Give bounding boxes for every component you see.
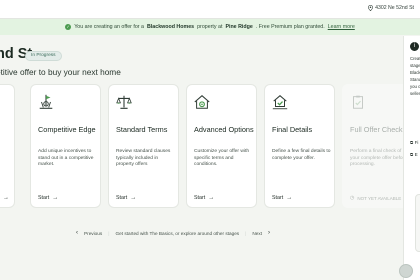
chevron-left-icon[interactable]: ‹ (76, 230, 78, 236)
property-address-text: 4302 Ne 52nd St (375, 5, 414, 11)
side-panel-link-1[interactable]: ⧉ Fi (410, 140, 418, 145)
card-start-label: Start (116, 195, 128, 201)
card-description: Review standard clauses typically includ… (116, 149, 171, 168)
page-subtitle: etitive offer to buy your next home (0, 67, 121, 77)
banner-prefix: You are creating an offer for a (74, 24, 144, 30)
card-description: Add unique incentives to stand out in a … (38, 149, 94, 168)
card-title: Standard Terms (116, 125, 168, 134)
card-start-button[interactable]: Start → (272, 195, 292, 201)
clock-icon: ◷ (350, 195, 355, 201)
arrow-right-icon: → (286, 195, 293, 201)
banner-company: Blackwood Homes (147, 24, 195, 30)
stage-card-standard-terms[interactable]: Standard Terms Review standard clauses t… (108, 84, 179, 208)
external-link-icon: ⧉ (410, 140, 414, 145)
help-chat-button[interactable] (399, 264, 413, 278)
property-address[interactable]: 4302 Ne 52nd St (368, 5, 414, 11)
side-panel-link-1-label: Fi (414, 140, 419, 145)
clipboard-check-icon (353, 95, 363, 109)
arrow-right-icon: → (3, 195, 9, 201)
stage-card-competitive-edge[interactable]: Competitive Edge Add unique incentives t… (30, 84, 101, 208)
stage-card-advanced-options[interactable]: Advanced Options Customize your offer wi… (186, 84, 257, 208)
stage-card-previous-start[interactable]: → (3, 195, 9, 201)
chevron-right-icon[interactable]: › (268, 230, 270, 236)
stage-card-final-details[interactable]: Final Details Define a few final details… (264, 84, 335, 208)
external-link-icon: ⧉ (410, 152, 414, 157)
status-badge: In Progress (25, 51, 62, 61)
banner-middle: property at (197, 24, 223, 30)
location-pin-icon (368, 5, 373, 11)
banner-community: Pine Ridge (225, 24, 253, 30)
house-gear-icon (194, 94, 210, 109)
card-start-label: Start (38, 195, 50, 201)
card-start-button[interactable]: Start → (116, 195, 136, 201)
pagination-hint: Get started with The Basics, or explore … (115, 230, 240, 236)
flag-ribbon-icon (39, 94, 53, 109)
side-panel-text: Creat stage Black Stand you c seller (410, 56, 420, 96)
offer-info-banner: ✓ You are creating an offer for a Blackw… (0, 19, 420, 35)
side-panel-card: V S (415, 194, 420, 252)
previous-button[interactable]: Previous (84, 231, 102, 236)
card-start-label: Start (194, 195, 206, 201)
card-start-label: Start (272, 195, 284, 201)
top-navigation-bar: 4302 Ne 52nd St (0, 0, 420, 19)
arrow-right-icon: → (52, 195, 59, 201)
divider: | (245, 230, 247, 236)
scales-icon (116, 95, 132, 109)
stage-pagination: ‹ Previous | Get started with The Basics… (76, 228, 270, 238)
divider: | (108, 230, 110, 236)
next-button[interactable]: Next (252, 231, 262, 236)
side-panel-link-2-label: E (414, 152, 418, 157)
card-unavailable-label: NOT YET AVAILABLE (357, 195, 402, 201)
banner-suffix: . Free Premium plan granted. (255, 24, 325, 30)
card-start-button[interactable]: Start → (194, 195, 214, 201)
card-description: Perform a final check of your complete o… (350, 149, 407, 168)
arrow-right-icon: → (208, 195, 215, 201)
card-title: Competitive Edge (38, 125, 96, 134)
house-check-icon (272, 94, 288, 110)
side-panel-link-2[interactable]: ⧉ E (410, 152, 418, 157)
learn-more-link[interactable]: Learn more (328, 24, 355, 30)
card-description: Customize your offer with specific terms… (194, 149, 250, 168)
card-start-button[interactable]: Start → (38, 195, 58, 201)
arrow-right-icon: → (130, 195, 137, 201)
card-title: Advanced Options (194, 125, 254, 134)
card-description: Define a few final details to complete y… (272, 149, 331, 161)
stage-card-previous[interactable]: → (0, 84, 15, 208)
card-title: Final Details (272, 125, 313, 134)
info-icon: i (410, 42, 419, 51)
check-circle-icon: ✓ (65, 24, 72, 30)
info-side-panel: i Creat stage Black Stand you c seller ⧉… (403, 36, 420, 280)
card-unavailable-status: ◷ NOT YET AVAILABLE (350, 195, 401, 201)
